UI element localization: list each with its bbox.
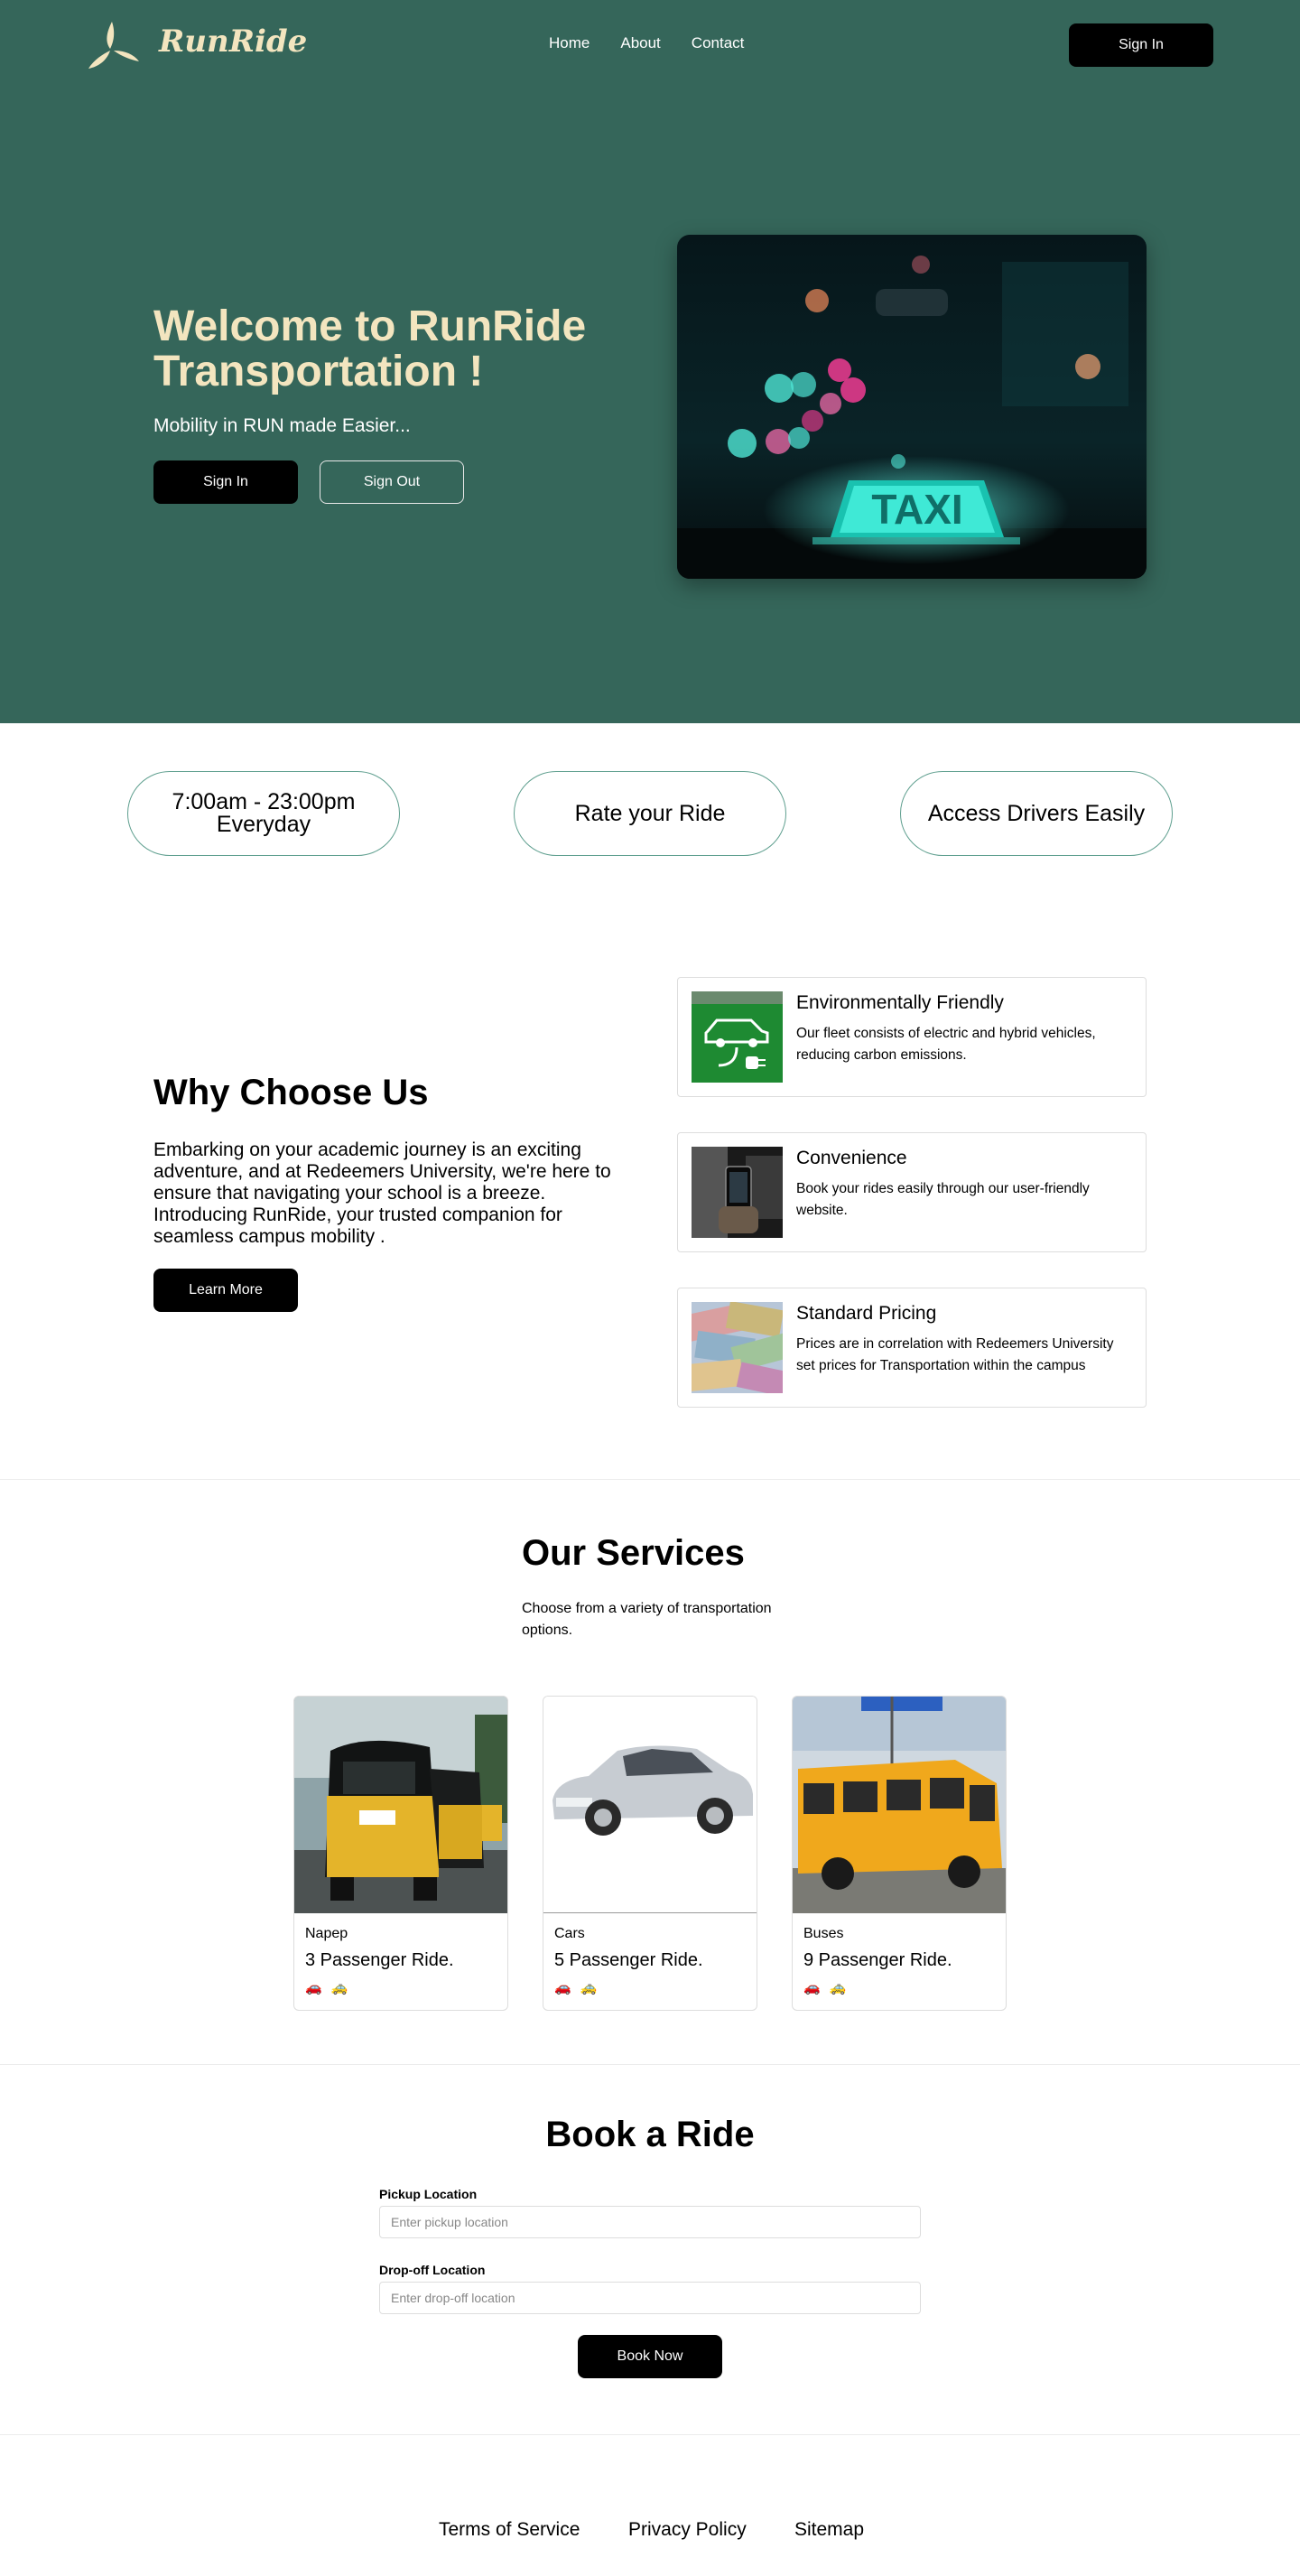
bus-image xyxy=(793,1697,1006,1913)
feature-card-environment: Environmentally Friendly Our fleet consi… xyxy=(677,977,1147,1097)
book-now-button[interactable]: Book Now xyxy=(578,2335,722,2378)
pickup-location-input[interactable] xyxy=(379,2206,921,2238)
taxi-image: TAXI xyxy=(677,235,1147,579)
phone-booking-image xyxy=(692,1147,783,1238)
service-ride-cars: 5 Passenger Ride. xyxy=(554,1950,703,1970)
hero-section: RunRide Home About Contact Sign In Welco… xyxy=(0,0,1300,723)
brand-name[interactable]: RunRide xyxy=(159,23,307,60)
privacy-policy-link[interactable]: Privacy Policy xyxy=(628,2519,747,2541)
feature-text-environment: Our fleet consists of electric and hybri… xyxy=(796,1026,1096,1063)
hero-title: Welcome to RunRide Transportation ! xyxy=(153,302,587,395)
feature-title-environment: Environmentally Friendly xyxy=(796,992,1004,1013)
sitemap-link[interactable]: Sitemap xyxy=(794,2519,864,2541)
terms-of-service-link[interactable]: Terms of Service xyxy=(439,2519,580,2541)
top-nav: RunRide Home About Contact Sign In xyxy=(0,0,1300,90)
car-taxi-icons: 🚗🚕 xyxy=(803,1980,856,1995)
ev-charging-image xyxy=(692,991,783,1083)
section-divider xyxy=(0,2064,1300,2065)
service-ride-napep: 3 Passenger Ride. xyxy=(305,1950,454,1970)
section-divider xyxy=(0,1479,1300,1480)
feature-card-pricing: Standard Pricing Prices are in correlati… xyxy=(677,1288,1147,1408)
hours-pill: 7:00am - 23:00pm Everyday xyxy=(127,771,400,856)
service-category-cars: Cars xyxy=(554,1926,585,1941)
access-drivers-pill[interactable]: Access Drivers Easily xyxy=(900,771,1173,856)
feature-card-convenience: Convenience Book your rides easily throu… xyxy=(677,1132,1147,1252)
services-title: Our Services xyxy=(522,1533,745,1573)
service-card-cars[interactable]: Cars 5 Passenger Ride. 🚗🚕 xyxy=(543,1696,757,2011)
service-category-napep: Napep xyxy=(305,1926,348,1941)
money-image xyxy=(692,1302,783,1393)
car-taxi-icons: 🚗🚕 xyxy=(554,1980,607,1995)
car-taxi-icons: 🚗🚕 xyxy=(305,1980,358,1995)
footer: Terms of Service Privacy Policy Sitemap xyxy=(0,2519,1300,2546)
why-choose-us-title: Why Choose Us xyxy=(153,1073,429,1112)
feature-title-pricing: Standard Pricing xyxy=(796,1303,937,1324)
dropoff-label: Drop-off Location xyxy=(379,2263,486,2277)
nav-home-link[interactable]: Home xyxy=(549,34,590,52)
nav-about-link[interactable]: About xyxy=(620,34,660,52)
service-card-napep[interactable]: Napep 3 Passenger Ride. 🚗🚕 xyxy=(293,1696,508,2011)
book-ride-title: Book a Ride xyxy=(545,2115,755,2154)
services-subtitle: Choose from a variety of transportation … xyxy=(522,1601,772,1638)
feature-pills: 7:00am - 23:00pm Everyday Rate your Ride … xyxy=(0,771,1300,858)
hero-sign-in-button[interactable]: Sign In xyxy=(153,460,298,504)
rate-ride-pill[interactable]: Rate your Ride xyxy=(514,771,786,856)
hours-days: Everyday xyxy=(216,812,311,837)
hours-text: 7:00am - 23:00pm xyxy=(172,789,356,814)
nav-links: Home About Contact xyxy=(549,34,744,52)
feature-title-convenience: Convenience xyxy=(796,1148,907,1168)
service-category-buses: Buses xyxy=(803,1926,844,1941)
access-drivers-text: Access Drivers Easily xyxy=(927,800,1146,826)
hero-subtitle: Mobility in RUN made Easier... xyxy=(153,415,411,436)
learn-more-button[interactable]: Learn More xyxy=(153,1269,298,1312)
pickup-label: Pickup Location xyxy=(379,2187,478,2201)
why-choose-us-text: Embarking on your academic journey is an… xyxy=(153,1139,611,1247)
section-divider xyxy=(0,2434,1300,2435)
car-image xyxy=(543,1697,757,1913)
dropoff-location-input[interactable] xyxy=(379,2282,921,2314)
taxi-sign-text: TAXI xyxy=(871,486,962,533)
napep-image xyxy=(294,1697,507,1913)
hero-sign-out-button[interactable]: Sign Out xyxy=(320,460,464,504)
rate-ride-text: Rate your Ride xyxy=(574,800,726,826)
header-sign-in-button[interactable]: Sign In xyxy=(1069,23,1213,67)
service-card-buses[interactable]: Buses 9 Passenger Ride. 🚗🚕 xyxy=(792,1696,1007,2011)
nav-contact-link[interactable]: Contact xyxy=(692,34,745,52)
service-ride-buses: 9 Passenger Ride. xyxy=(803,1950,952,1970)
feature-text-pricing: Prices are in correlation with Redeemers… xyxy=(796,1336,1114,1373)
feature-text-convenience: Book your rides easily through our user-… xyxy=(796,1181,1090,1218)
runride-logo-icon[interactable] xyxy=(85,20,143,70)
